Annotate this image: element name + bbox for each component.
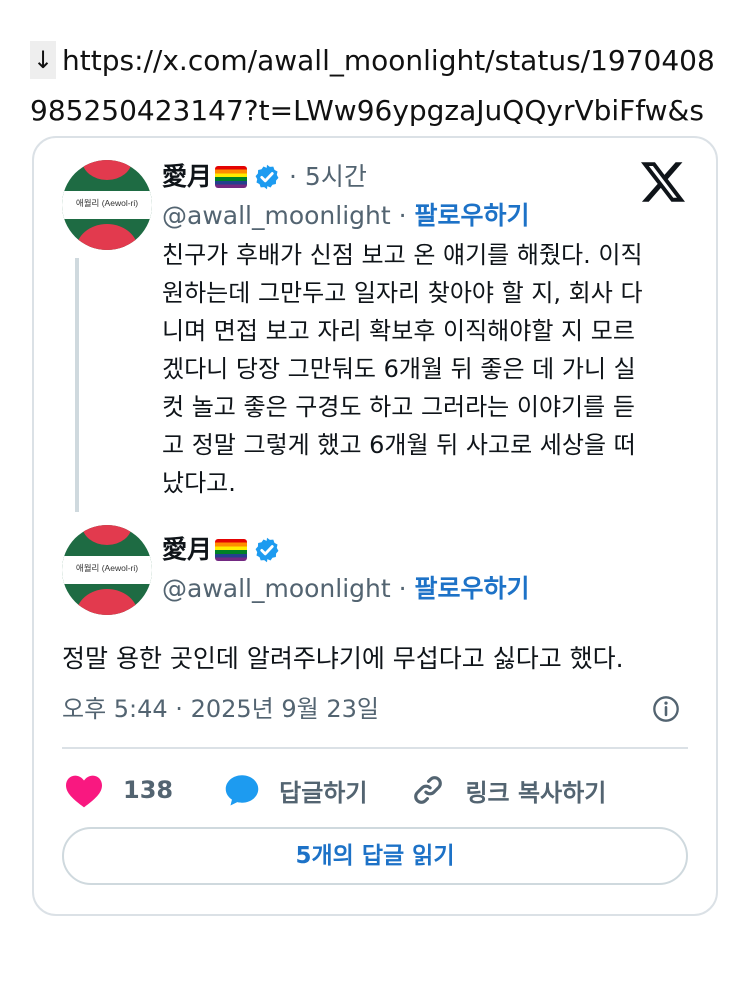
heart-icon[interactable]: [64, 772, 104, 808]
avatar[interactable]: 애월리 (Aewol-ri): [62, 160, 152, 250]
read-replies-button[interactable]: 5개의 답글 읽기: [62, 827, 688, 885]
tweet-text-line: 고 정말 그렇게 했고 6개월 뒤 사고로 세상을 떠: [162, 431, 636, 459]
display-name[interactable]: 愛月: [162, 533, 212, 567]
tweet-url[interactable]: https://x.com/awall_moonlight/status/197…: [30, 44, 715, 127]
reply-bubble-icon[interactable]: [224, 773, 260, 807]
separator: ·: [390, 574, 415, 603]
tweet1-handle-row: @awall_moonlight · 팔로우하기: [162, 199, 530, 233]
avatar-shape: [76, 224, 138, 250]
tweet-timestamp[interactable]: 오후 5:44 · 2025년 9월 23일: [62, 692, 379, 726]
tweet-text-line: 친구가 후배가 신점 보고 온 얘기를 해줬다. 이직: [162, 241, 643, 269]
like-count[interactable]: 138: [123, 776, 173, 804]
tweet2-author-row: 愛月: [162, 533, 281, 567]
tweet-text-line: 컷 놀고 좋은 구경도 하고 그러라는 이야기를 듣: [162, 393, 635, 421]
x-logo-icon[interactable]: [640, 160, 686, 204]
tweet2-handle-row: @awall_moonlight · 팔로우하기: [162, 572, 530, 606]
follow-button[interactable]: 팔로우하기: [415, 201, 530, 230]
avatar-shape: [82, 525, 132, 545]
tweet-text-line: 니며 면접 보고 자리 확보후 이직해야할 지 모르: [162, 317, 635, 345]
handle[interactable]: @awall_moonlight: [162, 574, 391, 603]
download-arrow-icon: ↓: [30, 41, 56, 79]
avatar[interactable]: 애월리 (Aewol-ri): [62, 525, 152, 615]
reply-label[interactable]: 답글하기: [279, 773, 367, 808]
link-icon[interactable]: [411, 773, 445, 807]
tweet2-text: 정말 용한 곳인데 알려주냐기에 무섭다고 싫다고 했다.: [62, 644, 624, 673]
rainbow-flag-icon: [215, 166, 248, 188]
avatar-label: 애월리 (Aewol-ri): [75, 198, 139, 208]
avatar-shape: [82, 160, 132, 180]
divider: [62, 747, 688, 749]
tweet1-text: 친구가 후배가 신점 보고 온 얘기를 해줬다. 이직 원하는데 그만두고 일자…: [162, 236, 643, 502]
tweet-text-line: 났다고.: [162, 469, 236, 497]
thread-connector-line: [75, 258, 79, 512]
tweet1-author-row: 愛月 · 5시간: [162, 160, 367, 194]
copy-link-label[interactable]: 링크 복사하기: [465, 773, 606, 808]
avatar-shape: [76, 589, 138, 615]
follow-button[interactable]: 팔로우하기: [415, 574, 530, 603]
url-text-block: ↓ https://x.com/awall_moonlight/status/19…: [30, 36, 720, 136]
separator: ·: [390, 201, 415, 230]
tweet-text-line: 겠다니 당장 그만둬도 6개월 뒤 좋은 데 가니 실: [162, 355, 636, 383]
tweet-time[interactable]: · 5시간: [289, 160, 367, 194]
verified-badge-icon: [255, 537, 279, 563]
display-name[interactable]: 愛月: [162, 160, 212, 194]
tweet-actions: 138 답글하기 링크 복사하기: [62, 768, 606, 812]
tweet-text-line: 원하는데 그만두고 일자리 찾아야 할 지, 회사 다: [162, 279, 643, 307]
handle[interactable]: @awall_moonlight: [162, 201, 391, 230]
verified-badge-icon: [255, 164, 279, 190]
avatar-label: 애월리 (Aewol-ri): [75, 563, 139, 573]
info-icon[interactable]: [652, 695, 680, 723]
rainbow-flag-icon: [215, 539, 248, 561]
